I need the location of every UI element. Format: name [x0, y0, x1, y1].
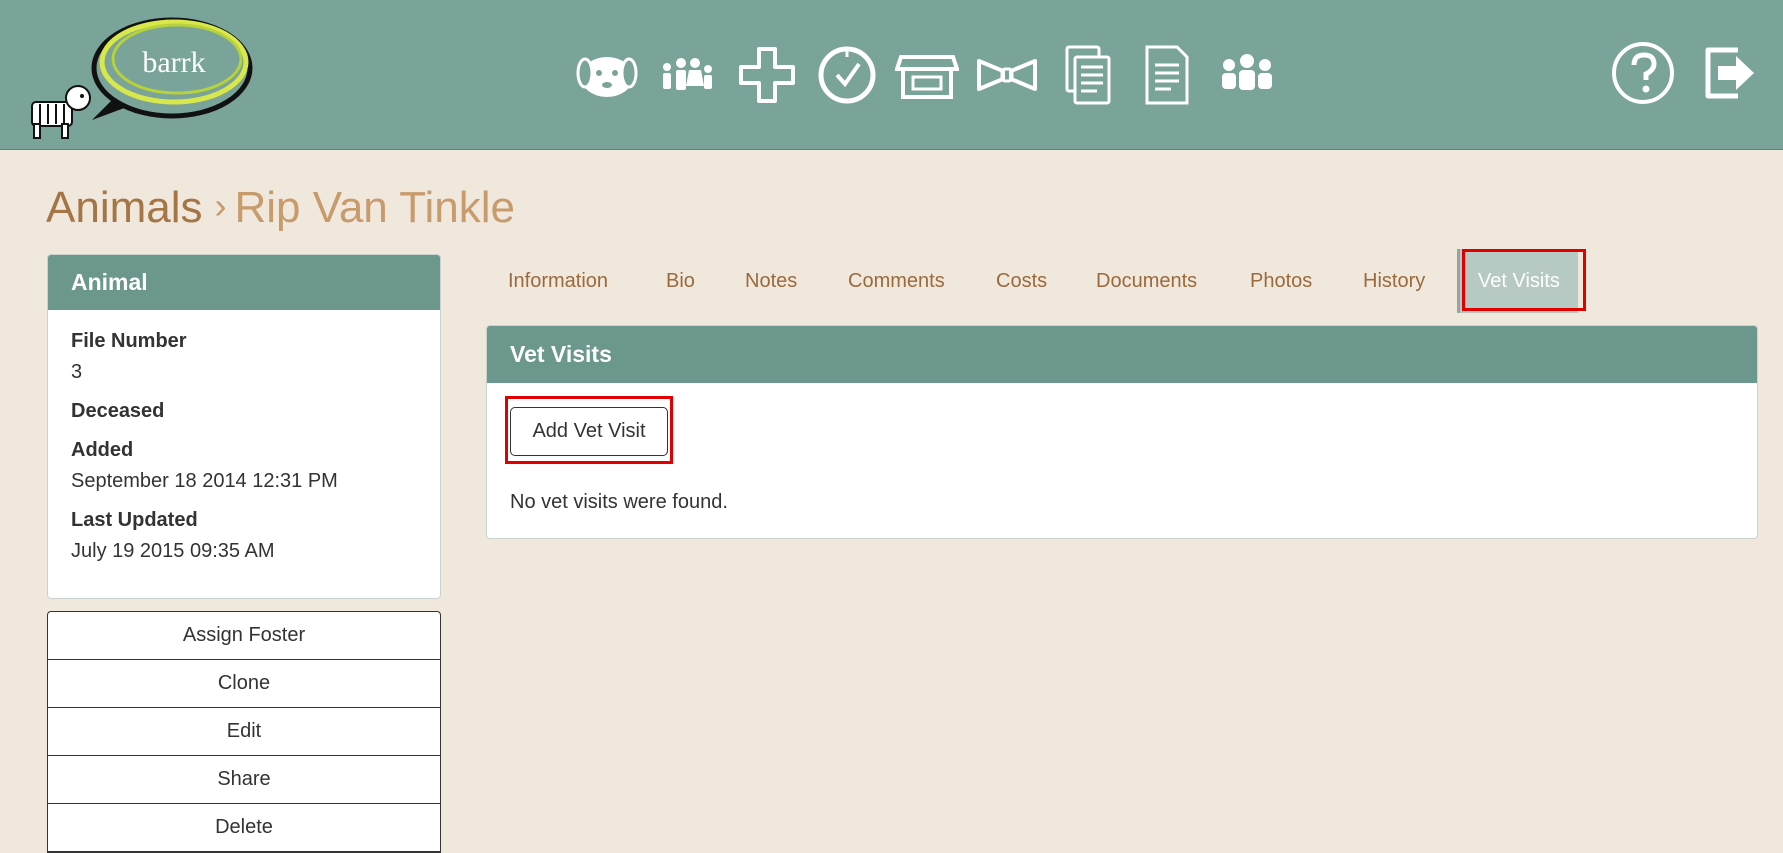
tab-bio[interactable]: Bio	[666, 249, 695, 313]
field-label: Last Updated	[71, 509, 198, 531]
field-value: July 19 2015 09:35 AM	[71, 540, 275, 562]
breadcrumb-separator: ›	[214, 185, 227, 226]
tab-vet-visits[interactable]: Vet Visits	[1457, 249, 1578, 313]
field-label: Deceased	[71, 400, 165, 422]
edit-button[interactable]: Edit	[48, 708, 440, 756]
logo-text: barrk	[142, 46, 205, 79]
field-added: Added September 18 2014 12:31 PM	[71, 439, 417, 493]
tab-history[interactable]: History	[1363, 249, 1425, 313]
animal-panel-title: Animal	[48, 255, 440, 310]
tab-comments[interactable]: Comments	[848, 249, 945, 313]
animal-actions: Assign Foster Clone Edit Share Delete	[47, 611, 441, 853]
tab-documents[interactable]: Documents	[1096, 249, 1197, 313]
assign-foster-button[interactable]: Assign Foster	[48, 612, 440, 660]
tab-notes[interactable]: Notes	[745, 249, 797, 313]
barrk-logo[interactable]: barrk	[22, 12, 262, 142]
clock-check-icon[interactable]	[812, 40, 882, 110]
store-icon[interactable]	[892, 40, 962, 110]
field-label: Added	[71, 439, 134, 461]
empty-message: No vet visits were found.	[510, 491, 728, 513]
people-icon[interactable]	[652, 40, 722, 110]
documents-icon[interactable]	[1052, 40, 1122, 110]
medical-cross-icon[interactable]	[732, 40, 802, 110]
bowtie-icon[interactable]	[972, 40, 1042, 110]
breadcrumb-current: Rip Van Tinkle	[234, 183, 515, 232]
share-button[interactable]: Share	[48, 756, 440, 804]
tab-costs[interactable]: Costs	[996, 249, 1047, 313]
field-label: File Number	[71, 330, 187, 352]
animal-info-panel: Animal File Number 3 Deceased Added Sept…	[47, 254, 441, 599]
add-vet-visit-button[interactable]: Add Vet Visit	[510, 407, 668, 456]
tab-photos[interactable]: Photos	[1250, 249, 1312, 313]
field-value: September 18 2014 12:31 PM	[71, 470, 338, 492]
logout-icon[interactable]	[1696, 40, 1766, 110]
help-icon[interactable]	[1610, 40, 1680, 110]
clone-button[interactable]: Clone	[48, 660, 440, 708]
tab-information[interactable]: Information	[508, 249, 608, 313]
field-last-updated: Last Updated July 19 2015 09:35 AM	[71, 509, 417, 563]
field-deceased: Deceased	[71, 400, 417, 423]
vet-visits-title: Vet Visits	[487, 326, 1757, 383]
animals-icon[interactable]	[572, 40, 642, 110]
top-navbar: barrk	[0, 0, 1783, 150]
field-value: 3	[71, 361, 83, 383]
breadcrumb: Animals › Rip Van Tinkle	[46, 183, 515, 233]
report-icon[interactable]	[1132, 40, 1202, 110]
breadcrumb-animals-link[interactable]: Animals	[46, 183, 203, 232]
delete-button[interactable]: Delete	[48, 804, 440, 852]
field-file-number: File Number 3	[71, 330, 417, 384]
vet-visits-panel: Vet Visits Add Vet Visit No vet visits w…	[486, 325, 1758, 539]
users-group-icon[interactable]	[1212, 40, 1282, 110]
